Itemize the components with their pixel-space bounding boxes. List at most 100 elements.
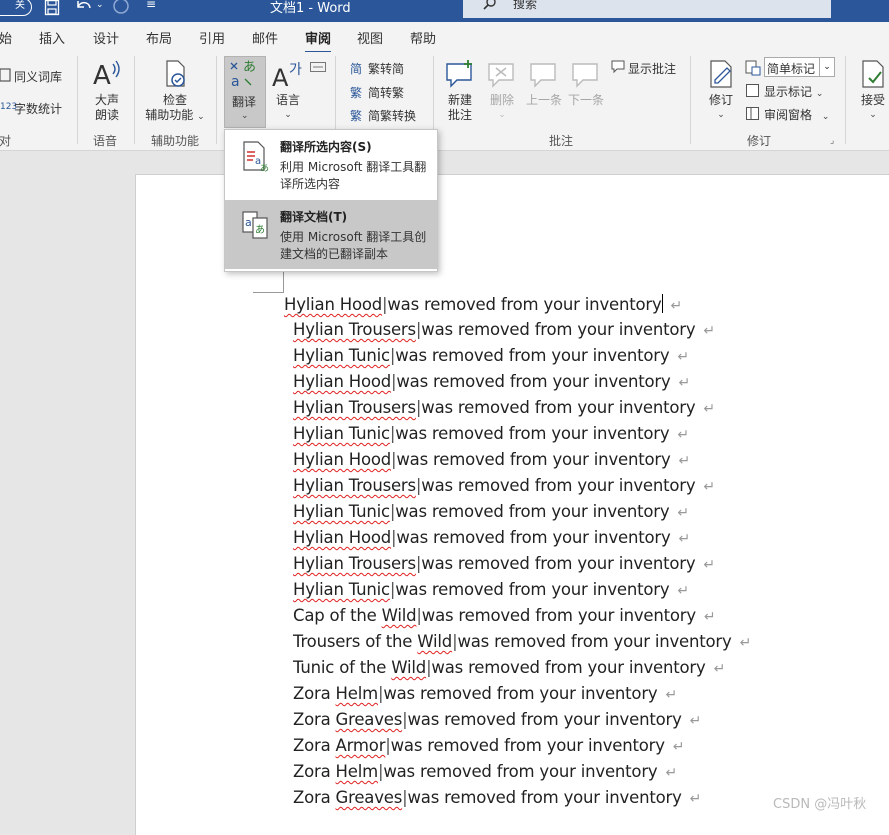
save-icon[interactable] <box>44 0 60 16</box>
item-name-misspelled[interactable]: Hylian Hood <box>293 450 391 469</box>
delete-comment-button[interactable]: 删除 ⌄ <box>486 58 518 123</box>
check-accessibility-button[interactable]: 检查 辅助功能 ⌄ <box>143 58 207 125</box>
search-placeholder: 搜索 <box>513 0 538 11</box>
translate-document-item[interactable]: a あ 翻译文档(T) 使用 Microsoft 翻译工具创建文档的已翻译副本 <box>225 200 437 269</box>
customize-qat-icon[interactable]: ≡ <box>146 0 156 11</box>
paragraph-mark-icon: ↵ <box>678 453 691 469</box>
line-suffix: was removed from your inventory <box>396 528 671 547</box>
item-name-misspelled[interactable]: Hylian Tunic <box>293 580 390 599</box>
item-name-prefix: Zora <box>293 762 336 781</box>
paragraph-mark-icon: ↵ <box>689 713 702 729</box>
document-line[interactable]: Zora Greaves|was removed from your inven… <box>293 710 701 729</box>
item-name-prefix: Trousers of the <box>293 632 418 651</box>
document-line[interactable]: Hylian Hood|was removed from your invent… <box>293 372 690 391</box>
language-label: 语言 <box>275 93 300 107</box>
watermark: CSDN @冯叶秋 <box>773 797 867 812</box>
line-suffix: was removed from your inventory <box>395 502 670 521</box>
next-comment-button[interactable]: 下一条 <box>566 58 606 108</box>
item-name-misspelled[interactable]: Wild <box>391 658 426 677</box>
simp-to-trad-icon: 繁 <box>350 86 363 100</box>
line-suffix: was removed from your inventory <box>396 372 671 391</box>
item-name-misspelled[interactable]: Hylian Tunic <box>293 502 390 521</box>
tab-view[interactable]: 视图 <box>357 28 383 47</box>
new-comment-button[interactable]: 新建 批注 <box>443 58 477 123</box>
tab-mailings[interactable]: 邮件 <box>252 28 278 47</box>
document-line[interactable]: Hylian Trousers|was removed from your in… <box>293 554 715 573</box>
track-changes-icon <box>710 60 732 88</box>
translate-selection-item[interactable]: a あ 翻译所选内容(S) 利用 Microsoft 翻译工具翻译所选内容 <box>225 130 437 199</box>
tab-help[interactable]: 帮助 <box>410 28 436 47</box>
line-suffix: was removed from your inventory <box>390 736 665 755</box>
document-line[interactable]: Hylian Hood|was removed from your invent… <box>284 294 682 314</box>
item-name-misspelled[interactable]: Greaves <box>336 788 403 807</box>
item-name-misspelled[interactable]: Hylian Tunic <box>293 346 390 365</box>
item-name-misspelled[interactable]: Armor <box>336 736 386 755</box>
document-line[interactable]: Zora Helm|was removed from your inventor… <box>293 684 677 703</box>
item-name-misspelled[interactable]: Helm <box>336 762 379 781</box>
document-line[interactable]: Zora Greaves|was removed from your inven… <box>293 788 701 807</box>
item-name-misspelled[interactable]: Helm <box>336 684 379 703</box>
accessibility-group-label: 辅助功能 <box>151 134 200 148</box>
tab-review[interactable]: 审阅 <box>305 28 332 54</box>
svg-text:a: a <box>231 74 240 89</box>
line-suffix: was removed from your inventory <box>431 658 706 677</box>
document-line[interactable]: Hylian Trousers|was removed from your in… <box>293 476 715 495</box>
keyboard-icon[interactable] <box>310 62 326 72</box>
item-name-misspelled[interactable]: Hylian Hood <box>293 528 391 547</box>
tab-design[interactable]: 设计 <box>93 28 119 47</box>
document-line[interactable]: Zora Helm|was removed from your inventor… <box>293 762 677 781</box>
autosave-toggle[interactable]: 关 <box>0 0 32 16</box>
paragraph-mark-icon: ↵ <box>703 401 715 417</box>
item-name-prefix: Cap of the <box>293 606 382 625</box>
redo-icon[interactable] <box>112 0 130 16</box>
document-line[interactable]: Cap of the Wild|was removed from your in… <box>293 606 716 625</box>
simp-to-trad-label: 简转繁 <box>368 86 405 100</box>
translate-button[interactable]: あ a 翻译 ⌄ <box>224 56 266 128</box>
item-name-misspelled[interactable]: Wild <box>417 632 452 651</box>
document-line[interactable]: Hylian Tunic|was removed from your inven… <box>293 502 689 521</box>
item-name-misspelled[interactable]: Hylian Hood <box>284 295 382 314</box>
document-line[interactable]: Hylian Tunic|was removed from your inven… <box>293 424 689 443</box>
next-label: 下一条 <box>567 93 604 107</box>
paragraph-mark-icon: ↵ <box>703 609 716 625</box>
document-line[interactable]: Hylian Tunic|was removed from your inven… <box>293 580 689 599</box>
paragraph-mark-icon: ↵ <box>670 298 683 314</box>
chevron-down-icon: ⌄ <box>821 112 830 122</box>
item-name-misspelled[interactable]: Greaves <box>336 710 403 729</box>
item-name-misspelled[interactable]: Hylian Trousers <box>293 320 416 339</box>
undo-icon[interactable] <box>74 0 94 16</box>
document-line[interactable]: Hylian Tunic|was removed from your inven… <box>293 346 689 365</box>
language-button[interactable]: A 가 语言 ⌄ <box>272 58 304 123</box>
document-line[interactable]: Hylian Trousers|was removed from your in… <box>293 398 715 417</box>
translate-document-desc: 使用 Microsoft 翻译工具创建文档的已翻译副本 <box>280 230 427 261</box>
undo-dropdown-icon[interactable]: ⌄ <box>96 0 104 10</box>
item-name-misspelled[interactable]: Hylian Trousers <box>293 476 416 495</box>
read-aloud-button[interactable]: A 大声 朗读 <box>90 58 124 123</box>
document-line[interactable]: Tunic of the Wild|was removed from your … <box>293 658 725 677</box>
document-line[interactable]: Zora Armor|was removed from your invento… <box>293 736 685 755</box>
document-line[interactable]: Hylian Hood|was removed from your invent… <box>293 450 690 469</box>
tab-references[interactable]: 引用 <box>199 28 225 47</box>
track-changes-button[interactable]: 修订 ⌄ <box>704 58 738 123</box>
document-line[interactable]: Hylian Hood|was removed from your invent… <box>293 528 690 547</box>
chevron-down-icon: ⌄ <box>284 110 292 120</box>
previous-comment-button[interactable]: 上一条 <box>524 58 564 108</box>
item-name-misspelled[interactable]: Hylian Tunic <box>293 424 390 443</box>
item-name-misspelled[interactable]: Hylian Trousers <box>293 398 416 417</box>
item-name-misspelled[interactable]: Wild <box>382 606 417 625</box>
line-suffix: was removed from your inventory <box>421 606 696 625</box>
accept-button[interactable]: 接受 ⌄ <box>856 58 889 123</box>
language-icon: A 가 <box>272 62 302 92</box>
trad-to-simp-label: 繁转简 <box>368 62 405 76</box>
markup-mode-select[interactable]: 简单标记 ⌄ <box>764 57 835 77</box>
tab-layout[interactable]: 布局 <box>146 28 172 47</box>
document-line[interactable]: Hylian Trousers|was removed from your in… <box>293 320 715 339</box>
new-comment-label-2: 批注 <box>447 108 472 122</box>
document-line[interactable]: Trousers of the Wild|was removed from yo… <box>293 632 751 651</box>
tab-home[interactable]: 始 <box>0 28 12 47</box>
tab-insert[interactable]: 插入 <box>39 28 65 47</box>
dialog-launcher-icon[interactable]: ⌟ <box>830 136 834 146</box>
search-box[interactable]: 搜索 <box>463 0 831 18</box>
item-name-misspelled[interactable]: Hylian Trousers <box>293 554 416 573</box>
item-name-misspelled[interactable]: Hylian Hood <box>293 372 391 391</box>
